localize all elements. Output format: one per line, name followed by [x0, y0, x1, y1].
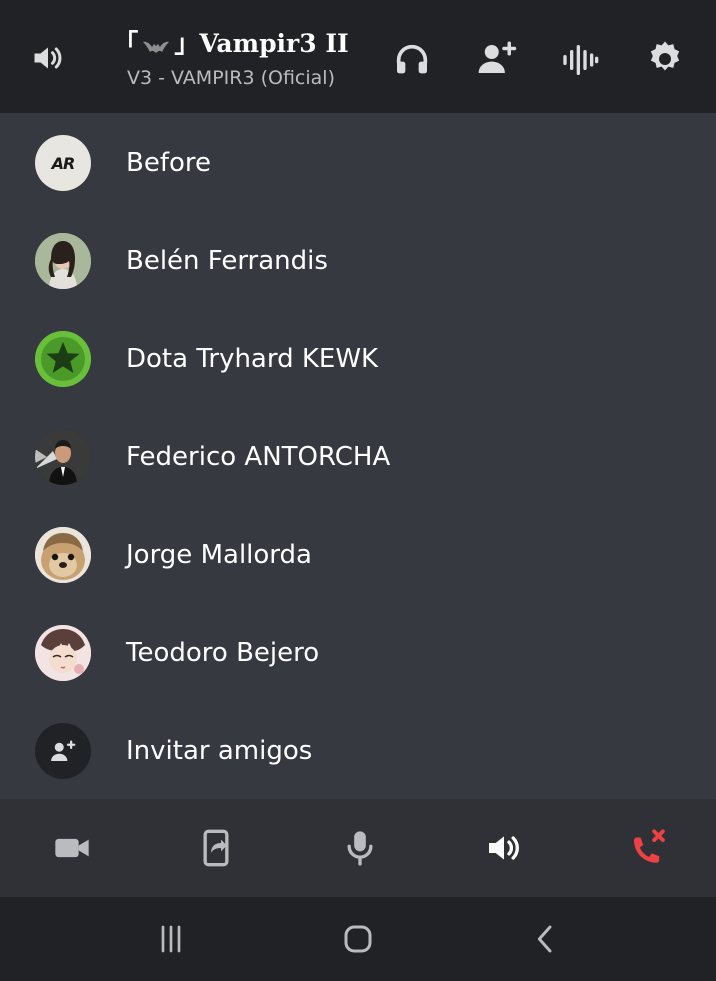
- channel-title: 「」Vampir3 II: [96, 26, 366, 64]
- invite-friends-row[interactable]: Invitar amigos: [0, 702, 716, 800]
- participant-name: Teodoro Bejero: [126, 638, 320, 668]
- participant-name: Jorge Mallorda: [126, 540, 312, 570]
- avatar: [35, 429, 91, 485]
- soundboard-icon[interactable]: [558, 38, 602, 82]
- gear-icon[interactable]: [642, 36, 688, 82]
- avatar-initials: AR: [51, 153, 76, 173]
- avatar: [35, 527, 91, 583]
- back-icon[interactable]: [524, 917, 568, 961]
- speaker-icon[interactable]: [28, 38, 68, 78]
- participant-name: Belén Ferrandis: [126, 246, 328, 276]
- add-friend-icon[interactable]: [474, 36, 520, 82]
- call-controls: [0, 799, 716, 897]
- participant-row[interactable]: Federico ANTORCHA: [0, 408, 716, 506]
- add-friend-icon: [48, 736, 78, 766]
- avatar: AR: [35, 135, 91, 191]
- video-icon[interactable]: [50, 826, 94, 870]
- screen-share-icon[interactable]: [194, 826, 238, 870]
- avatar: [35, 233, 91, 289]
- channel-title-block[interactable]: 「」Vampir3 II V3 - VAMPIR3 (Oficial): [96, 26, 366, 92]
- bat-icon: [142, 28, 170, 64]
- participant-row[interactable]: AR Before: [0, 114, 716, 212]
- avatar: [35, 331, 91, 387]
- recents-icon[interactable]: [149, 917, 193, 961]
- microphone-icon[interactable]: [338, 826, 382, 870]
- headphones-icon[interactable]: [390, 38, 434, 82]
- invite-friends-label: Invitar amigos: [126, 736, 313, 766]
- participant-list: AR Before Belén Ferrandis Dota Tryhard K…: [0, 113, 716, 799]
- call-header: 「」Vampir3 II V3 - VAMPIR3 (Oficial): [0, 0, 716, 113]
- hang-up-icon[interactable]: [626, 826, 670, 870]
- participant-row[interactable]: Teodoro Bejero: [0, 604, 716, 702]
- avatar: [35, 625, 91, 681]
- participant-name: Dota Tryhard KEWK: [126, 344, 379, 374]
- home-icon[interactable]: [336, 917, 380, 961]
- participant-row[interactable]: Jorge Mallorda: [0, 506, 716, 604]
- participant-row[interactable]: Belén Ferrandis: [0, 212, 716, 310]
- participant-name: Federico ANTORCHA: [126, 442, 391, 472]
- speaker-icon[interactable]: [482, 826, 526, 870]
- server-subtitle: V3 - VAMPIR3 (Oficial): [127, 66, 335, 89]
- participant-row[interactable]: Dota Tryhard KEWK: [0, 310, 716, 408]
- invite-avatar: [35, 723, 91, 779]
- system-nav-bar: [0, 897, 716, 981]
- participant-name: Before: [126, 148, 212, 178]
